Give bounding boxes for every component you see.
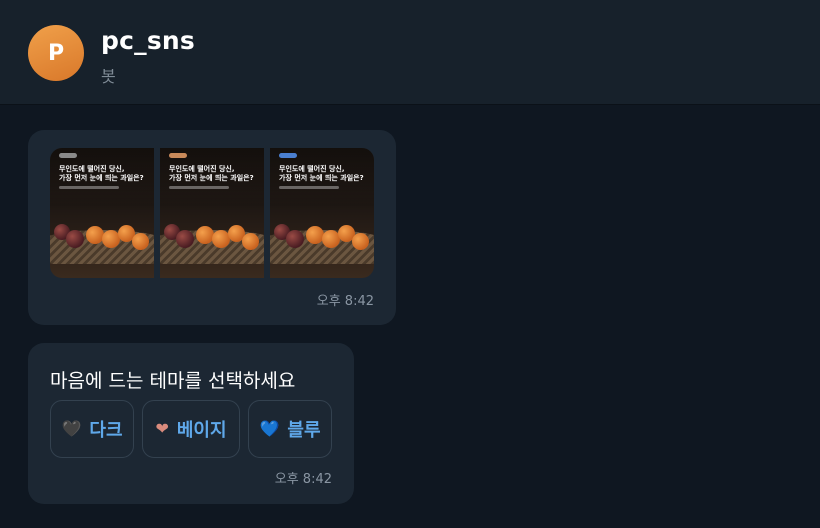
choice-prompt: 마음에 드는 테마를 선택하세요 (50, 370, 296, 392)
card-title-line1: 무인도에 떨어진 당신, (59, 165, 125, 173)
message-timestamp: 오후 8:42 (274, 472, 332, 487)
card-title-line2: 가장 먼저 눈에 띄는 과일은? (279, 174, 364, 182)
card-title-line2: 가장 먼저 눈에 띄는 과일은? (169, 174, 254, 182)
theme-blue-label: 블루 (287, 420, 321, 441)
avatar[interactable]: P (28, 25, 84, 81)
card-title-line1: 무인도에 떨어진 당신, (279, 165, 345, 173)
message-timestamp: 오후 8:42 (316, 294, 374, 309)
chat-subtitle: 봇 (101, 67, 116, 86)
black-heart-icon: 🖤 (61, 419, 82, 438)
theme-beige-button[interactable]: ❤ 베이지 (142, 400, 240, 458)
beige-heart-icon: ❤ (155, 419, 169, 438)
orange-fruit (352, 233, 369, 250)
theme-dark-label: 다크 (89, 420, 123, 441)
plum-fruit (66, 230, 84, 248)
avatar-letter: P (47, 40, 65, 66)
orange-fruit (196, 226, 214, 244)
card-caption (59, 186, 119, 189)
theme-dark-button[interactable]: 🖤 다크 (50, 400, 134, 458)
blue-heart-icon: 💙 (259, 419, 280, 438)
orange-fruit (242, 233, 259, 250)
chat-title: pc_sns (101, 26, 195, 55)
theme-blue-button[interactable]: 💙 블루 (248, 400, 332, 458)
gallery-card-dark[interactable]: 무인도에 떨어진 당신, 가장 먼저 눈에 띄는 과일은? (50, 148, 154, 278)
message-bubble-choices: 마음에 드는 테마를 선택하세요 🖤 다크 ❤ 베이지 💙 블루 오후 8:42 (28, 343, 354, 504)
message-bubble-gallery: 무인도에 떨어진 당신, 가장 먼저 눈에 띄는 과일은? 무인도에 떨어진 당… (28, 130, 396, 325)
orange-fruit (86, 226, 104, 244)
card-title-line1: 무인도에 떨어진 당신, (169, 165, 235, 173)
theme-beige-label: 베이지 (176, 420, 227, 441)
card-tag (279, 153, 297, 158)
image-gallery: 무인도에 떨어진 당신, 가장 먼저 눈에 띄는 과일은? 무인도에 떨어진 당… (50, 148, 374, 278)
orange-fruit (306, 226, 324, 244)
card-caption (279, 186, 339, 189)
card-title-line2: 가장 먼저 눈에 띄는 과일은? (59, 174, 144, 182)
card-caption (169, 186, 229, 189)
chat-header: P pc_sns 봇 (0, 0, 820, 105)
card-tag (59, 153, 77, 158)
plum-fruit (176, 230, 194, 248)
plum-fruit (286, 230, 304, 248)
gallery-card-beige[interactable]: 무인도에 떨어진 당신, 가장 먼저 눈에 띄는 과일은? (160, 148, 264, 278)
card-tag (169, 153, 187, 158)
orange-fruit (132, 233, 149, 250)
gallery-card-blue[interactable]: 무인도에 떨어진 당신, 가장 먼저 눈에 띄는 과일은? (270, 148, 374, 278)
